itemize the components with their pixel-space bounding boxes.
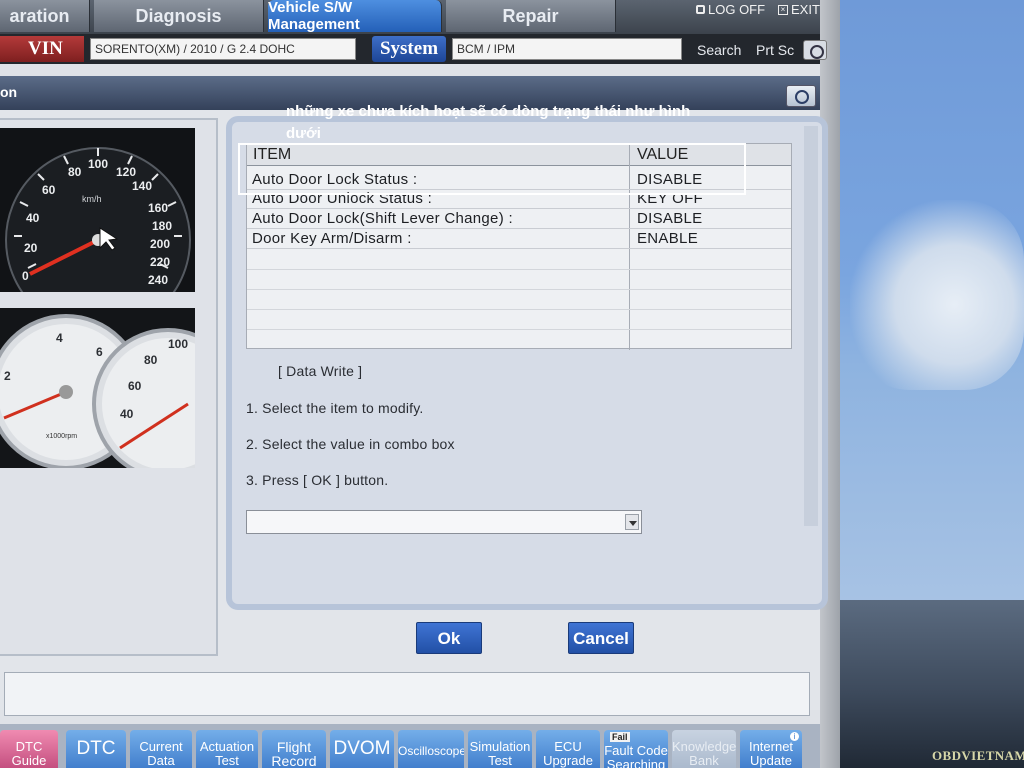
tachometer-graphic: 2 4 6 x1000rpm 40 60 80 100: [0, 308, 195, 468]
fail-badge: Fail: [610, 732, 630, 742]
value-cell: DISABLE: [637, 210, 703, 227]
actuation-test-button[interactable]: Actuation Test: [196, 730, 258, 768]
grid-line: [247, 269, 791, 270]
ok-button[interactable]: Ok: [416, 622, 482, 654]
grid-line: [247, 309, 791, 310]
info-icon: i: [790, 732, 799, 741]
ecu-icon[interactable]: [803, 40, 827, 60]
close-icon: ×: [778, 4, 788, 15]
speed-tick-140: 140: [132, 179, 152, 193]
right-tick-60: 60: [128, 379, 142, 393]
right-tick-80: 80: [144, 353, 158, 367]
content-scrollbar[interactable]: [804, 126, 818, 526]
rpm-unit: x1000rpm: [46, 433, 77, 440]
right-tick-40: 40: [120, 407, 134, 421]
fault-code-label: Fault Code Searching: [604, 743, 668, 768]
grid-line: [247, 289, 791, 290]
instruction-step-3: 3. Press [ OK ] button.: [246, 472, 389, 488]
exit-link[interactable]: × EXIT: [778, 2, 820, 17]
instruction-step-1: 1. Select the item to modify.: [246, 400, 424, 416]
message-bar: [4, 672, 810, 716]
right-tick-100: 100: [168, 337, 188, 351]
tab-vehicle-sw-management[interactable]: Vehicle S/W Management: [268, 0, 442, 33]
speed-tick-40: 40: [26, 211, 40, 225]
speed-tick-220: 220: [150, 255, 170, 269]
flight-record-button[interactable]: Flight Record: [262, 730, 326, 768]
speedometer: 20 40 60 80 100 120 140 160 180 200 220 …: [0, 128, 195, 292]
top-navigation: aration Diagnosis Vehicle S/W Management…: [0, 0, 820, 34]
gauge-panel: 20 40 60 80 100 120 140 160 180 200 220 …: [0, 118, 218, 656]
cloud: [850, 200, 1024, 390]
vin-label: VIN: [0, 36, 84, 62]
speed-tick-180: 180: [152, 219, 172, 233]
speed-tick-20: 20: [24, 241, 38, 255]
speedometer-graphic: 20 40 60 80 100 120 140 160 180 200 220 …: [0, 128, 195, 292]
tab-diagnosis[interactable]: Diagnosis: [94, 0, 264, 32]
internet-update-label: Internet Update: [748, 739, 794, 768]
tab-repair[interactable]: Repair: [446, 0, 616, 32]
rpm-tick-4: 4: [56, 331, 63, 345]
speed-unit: km/h: [82, 194, 102, 204]
annotation-text: những xe chưa kích hoạt sẽ có dòng trạng…: [286, 103, 691, 142]
grid-line: [247, 329, 791, 330]
photo-stage: aration Diagnosis Vehicle S/W Management…: [0, 0, 1024, 768]
dialog-title: on: [0, 84, 18, 100]
table-row[interactable]: Door Key Arm/Disarm : ENABLE: [247, 229, 791, 249]
speed-tick-240: 240: [148, 273, 168, 287]
table-row[interactable]: Auto Door Lock(Shift Lever Change) : DIS…: [247, 209, 791, 229]
lock-icon: [696, 5, 705, 14]
system-button[interactable]: System: [372, 36, 446, 62]
highlight-box: [238, 143, 746, 195]
item-cell: Door Key Arm/Disarm :: [252, 230, 412, 247]
data-write-heading: [ Data Write ]: [278, 363, 363, 379]
dtc-guide-button[interactable]: DTC Guide: [0, 730, 58, 768]
rpm-tick-2: 2: [4, 369, 11, 383]
room-background: [830, 600, 1024, 768]
current-data-button[interactable]: Current Data: [130, 730, 192, 768]
ecu-upgrade-button[interactable]: ECU Upgrade: [536, 730, 600, 768]
vin-field: SORENTO(XM) / 2010 / G 2.4 DOHC: [90, 38, 356, 60]
speed-tick-0: 0: [22, 269, 29, 283]
system-field: BCM / IPM: [452, 38, 682, 60]
internet-update-button[interactable]: i Internet Update: [740, 730, 802, 768]
tab-preparation[interactable]: aration: [0, 0, 90, 32]
camera-icon[interactable]: [786, 85, 816, 107]
oscilloscope-button[interactable]: Oscilloscope: [398, 730, 464, 768]
cancel-button[interactable]: Cancel: [568, 622, 634, 654]
speed-tick-160: 160: [148, 201, 168, 215]
logoff-label: LOG OFF: [708, 2, 766, 17]
simulation-test-button[interactable]: Simulation Test: [468, 730, 532, 768]
rpm-tick-6: 6: [96, 345, 103, 359]
value-combo-box[interactable]: [246, 510, 642, 534]
speed-tick-100: 100: [88, 157, 108, 171]
fault-code-searching-button[interactable]: Fail Fault Code Searching: [604, 730, 668, 768]
speed-tick-80: 80: [68, 165, 82, 179]
value-cell: ENABLE: [637, 230, 698, 247]
speed-tick-60: 60: [42, 183, 56, 197]
print-screen-button[interactable]: Prt Sc: [756, 42, 794, 58]
knowledge-bank-button[interactable]: Knowledge Bank: [672, 730, 736, 768]
watermark: OBDVIETNAM: [932, 748, 1024, 763]
speed-tick-200: 200: [150, 237, 170, 251]
item-cell: Auto Door Lock(Shift Lever Change) :: [252, 210, 513, 227]
search-button[interactable]: Search: [697, 42, 741, 58]
tachometer: 2 4 6 x1000rpm 40 60 80 100: [0, 308, 195, 468]
speed-tick-120: 120: [116, 165, 136, 179]
chevron-down-icon[interactable]: [625, 514, 639, 530]
dtc-button[interactable]: DTC: [66, 730, 126, 768]
instruction-step-2: 2. Select the value in combo box: [246, 436, 455, 452]
logoff-link[interactable]: LOG OFF: [696, 2, 765, 17]
vin-system-bar: VIN SORENTO(XM) / 2010 / G 2.4 DOHC Syst…: [0, 34, 820, 64]
exit-label: EXIT: [791, 2, 820, 17]
dvom-button[interactable]: DVOM: [330, 730, 394, 768]
